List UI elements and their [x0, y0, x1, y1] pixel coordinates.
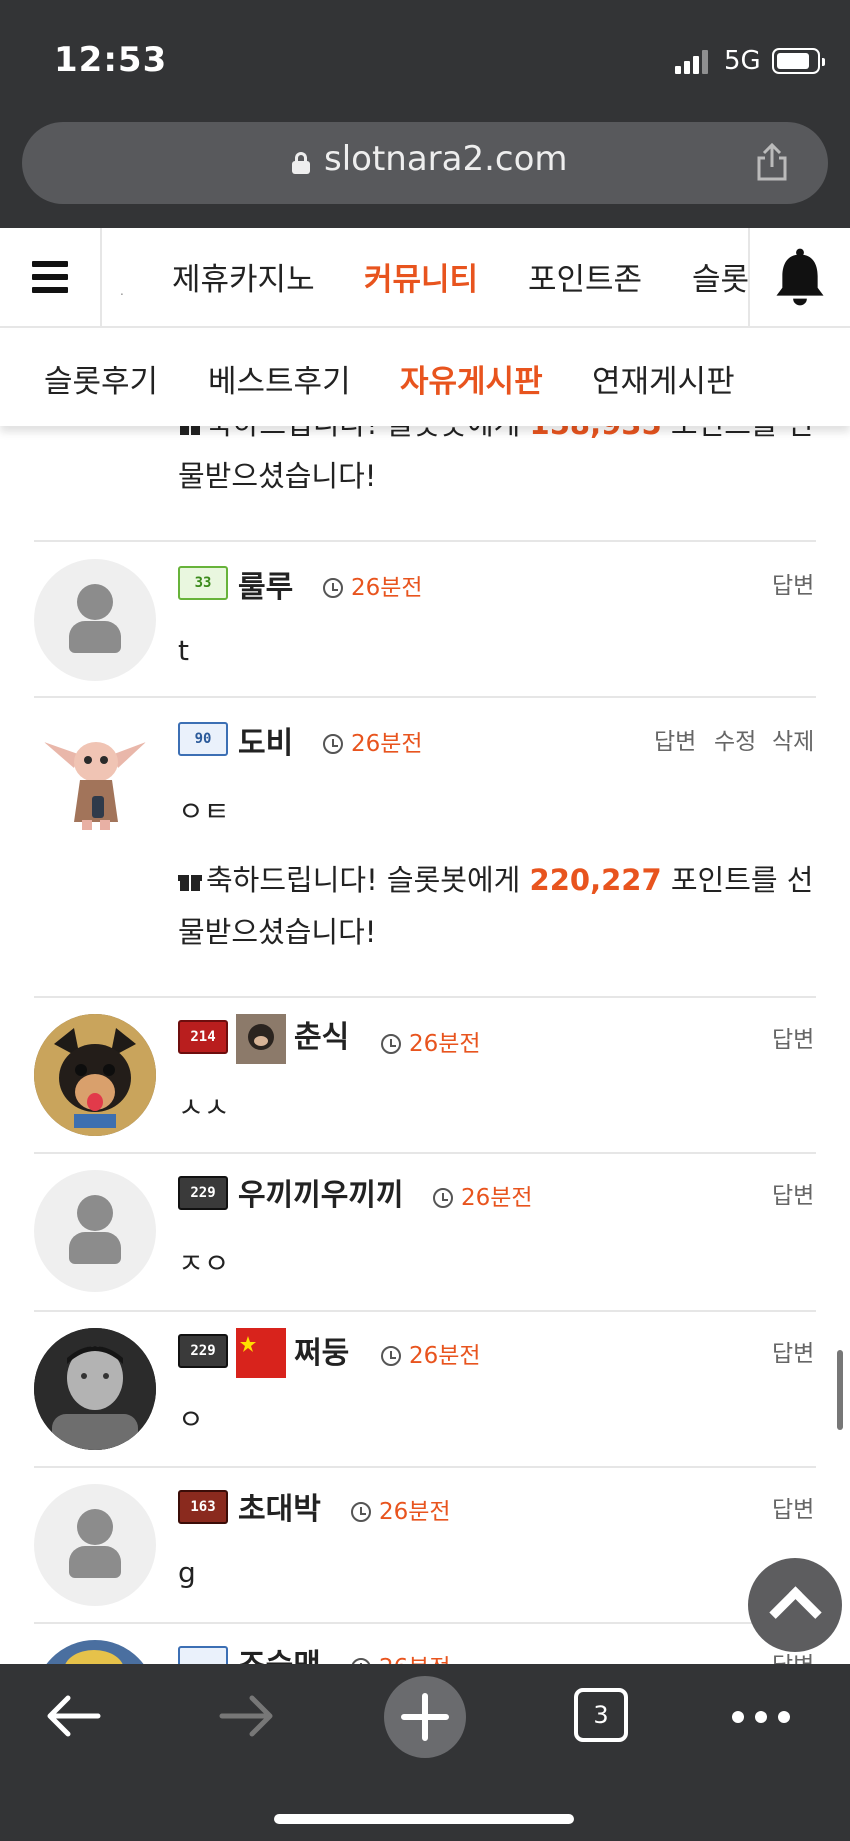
url-text: slotnara2.com	[324, 139, 568, 179]
avatar-placeholder	[34, 1170, 156, 1292]
user-icon-image	[236, 1014, 286, 1064]
bell-icon[interactable]	[748, 228, 850, 326]
comment-body: ㅅㅅ	[178, 1091, 230, 1124]
divider	[34, 996, 816, 998]
divider	[34, 1310, 816, 1312]
comment-list: 축하드립니다! 슬롯봇에게 158,935 포인트를 선물받으셨습니다! 33 …	[0, 426, 850, 1664]
lock-icon	[292, 152, 310, 174]
level-badge	[178, 1646, 228, 1664]
main-nav: . 제휴카지노 커뮤니티 포인트존 슬롯	[0, 228, 850, 328]
address-bar[interactable]: slotnara2.com	[22, 122, 828, 204]
comment-author[interactable]: 쩌둥	[294, 1328, 349, 1372]
share-icon[interactable]	[754, 142, 790, 182]
comment-body: ㅈㅇ	[178, 1247, 230, 1280]
sub-nav-serial-board[interactable]: 연재게시판	[592, 356, 735, 401]
portrait-avatar-image	[34, 1328, 156, 1450]
delete-button[interactable]: 삭제	[772, 722, 814, 756]
level-badge: 229	[178, 1334, 228, 1368]
nav-overflow-marker: .	[120, 284, 124, 298]
reply-button[interactable]: 답변	[772, 1176, 814, 1210]
comment-time: 26분전	[351, 1648, 451, 1664]
clock-icon	[323, 734, 343, 754]
level-badge: 214	[178, 1020, 228, 1054]
comment-time: 26분전	[381, 1024, 481, 1058]
comment-time: 26분전	[351, 1492, 451, 1526]
arrow-left-icon[interactable]	[42, 1690, 102, 1742]
divider	[34, 1466, 816, 1468]
level-badge: 90	[178, 722, 228, 756]
home-indicator	[274, 1814, 574, 1824]
reply-button[interactable]: 답변	[772, 566, 814, 600]
comment-author[interactable]: 도비	[238, 718, 293, 762]
gift-notice: 축하드립니다! 슬롯봇에게 220,227 포인트를 선물받으셨습니다!	[178, 863, 814, 949]
level-badge: 33	[178, 566, 228, 600]
divider	[34, 1622, 816, 1624]
level-badge: 229	[178, 1176, 228, 1210]
avatar	[34, 1640, 156, 1664]
browser-toolbar: 3	[0, 1664, 850, 1841]
nav-item-community[interactable]: 커뮤니티	[364, 254, 478, 299]
clock-icon	[381, 1034, 401, 1054]
level-badge: 163	[178, 1490, 228, 1524]
battery-icon	[772, 48, 825, 74]
sub-nav: 슬롯후기 베스트후기 자유게시판 연재게시판	[0, 330, 850, 426]
nav-item-points[interactable]: 포인트존	[528, 254, 642, 299]
network-type: 5G	[724, 46, 761, 76]
hamburger-icon[interactable]	[0, 228, 102, 326]
reply-button[interactable]: 답변	[654, 722, 696, 756]
comment-author[interactable]: 춘식	[294, 1012, 349, 1056]
comment-time: 26분전	[433, 1178, 533, 1212]
comment-author[interactable]: 룰루	[238, 562, 293, 606]
comment-body: t	[178, 634, 189, 667]
gift-notice: 축하드립니다! 슬롯봇에게 158,935 포인트를 선물받으셨습니다!	[178, 426, 818, 502]
avatar-placeholder	[34, 1484, 156, 1606]
comment-author[interactable]: 조승맨	[238, 1640, 321, 1664]
divider	[34, 1152, 816, 1154]
avatar	[34, 1014, 156, 1136]
screen: 12:53 5G slotnara2.com . 제휴카지노 커뮤니티 포인트존…	[0, 0, 850, 1841]
edit-button[interactable]: 수정	[714, 722, 756, 756]
nav-item-slot[interactable]: 슬롯	[692, 254, 748, 299]
elf-avatar-image	[44, 742, 146, 830]
gift-icon	[178, 869, 202, 891]
arrow-right-icon	[219, 1695, 273, 1737]
reply-button[interactable]: 답변	[772, 1490, 814, 1524]
plus-icon[interactable]	[384, 1676, 466, 1758]
clock-icon	[351, 1502, 371, 1522]
comment-body: g	[178, 1556, 196, 1589]
comment-body: ㅇ	[178, 1403, 204, 1436]
divider	[34, 696, 816, 698]
dog-avatar-image	[34, 1014, 156, 1136]
main-nav-scroller[interactable]: . 제휴카지노 커뮤니티 포인트존 슬롯	[104, 228, 748, 326]
clock-icon	[381, 1346, 401, 1366]
avatar	[34, 716, 156, 838]
status-time: 12:53	[54, 40, 168, 80]
divider	[34, 540, 816, 542]
sub-nav-slot-review[interactable]: 슬롯후기	[44, 356, 158, 401]
comment-body: ㅇㅌ	[178, 795, 230, 828]
comment-author[interactable]: 우끼끼우끼끼	[238, 1170, 404, 1214]
sub-nav-free-board[interactable]: 자유게시판	[400, 356, 543, 401]
avatar-placeholder	[34, 559, 156, 681]
scrollbar[interactable]	[837, 1350, 843, 1430]
clock-icon	[323, 578, 343, 598]
ellipsis-icon[interactable]	[726, 1664, 796, 1764]
browser-chrome-top: 12:53 5G slotnara2.com	[0, 0, 850, 228]
flag-icon	[236, 1328, 286, 1378]
comment-time: 26분전	[381, 1336, 481, 1370]
comment-time: 26분전	[323, 724, 423, 758]
comment-time: 26분전	[323, 568, 423, 602]
cellular-signal-icon	[675, 50, 709, 74]
nav-item-casino[interactable]: 제휴카지노	[172, 254, 315, 299]
chevron-up-icon[interactable]	[748, 1558, 842, 1652]
clock-icon	[433, 1188, 453, 1208]
tab-switcher-button[interactable]: 3	[574, 1688, 628, 1742]
avatar	[34, 1328, 156, 1450]
comment-author[interactable]: 초대박	[238, 1484, 321, 1528]
gift-icon	[178, 426, 202, 435]
reply-button[interactable]: 답변	[772, 1334, 814, 1368]
sub-nav-best-review[interactable]: 베스트후기	[208, 356, 351, 401]
reply-button[interactable]: 답변	[772, 1020, 814, 1054]
